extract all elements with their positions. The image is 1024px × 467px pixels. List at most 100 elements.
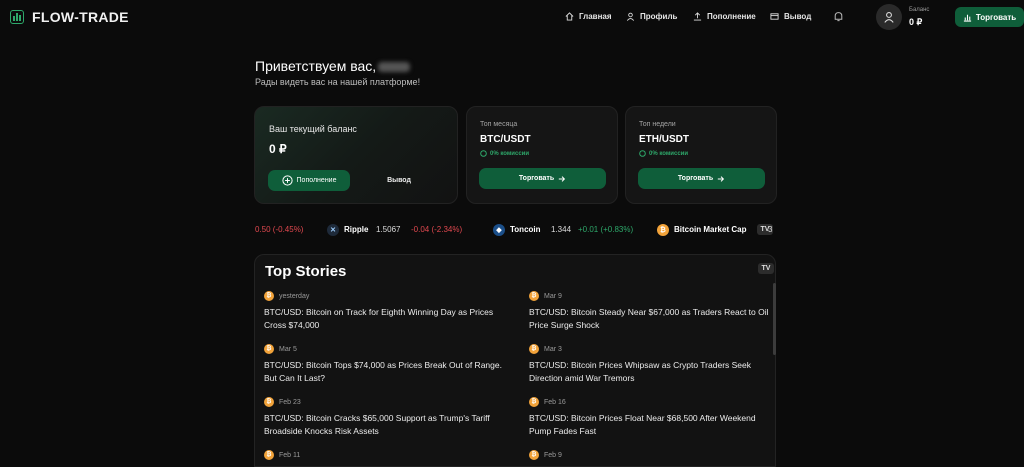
top-week-label: Топ недели — [639, 121, 676, 128]
nav-home-label: Главная — [579, 12, 612, 21]
nav-withdraw-label: Вывод — [784, 12, 812, 21]
story-item[interactable]: ₿ Feb 9 — [529, 450, 769, 460]
ticker-ripple-change: -0.04 (-2.34%) — [411, 225, 463, 234]
chart-logo-icon — [10, 10, 24, 24]
story-headline[interactable]: BTC/USD: Bitcoin on Track for Eighth Win… — [264, 306, 504, 332]
top-week-trade-label: Торговать — [677, 175, 714, 182]
ticker-lead-change: 0.50 (-0.45%) — [255, 225, 304, 234]
story-item[interactable]: ₿ Mar 9 BTC/USD: Bitcoin Steady Near $67,… — [529, 291, 769, 332]
balance-card-title: Ваш текущий баланс — [269, 124, 357, 134]
top-week-pair: ETH/USDT — [639, 134, 689, 145]
bitcoin-icon: ₿ — [264, 397, 274, 407]
percent-badge-icon — [639, 150, 646, 157]
deposit-button-label: Пополнение — [296, 177, 337, 184]
story-headline[interactable]: BTC/USD: Bitcoin Prices Whipsaw as Crypt… — [529, 359, 769, 385]
ticker-tail: 3 — [768, 225, 773, 234]
ticker-tape[interactable]: 0.50 (-0.45%) ✕ Ripple 1.5067 -0.04 (-2.… — [254, 221, 776, 239]
bitcoin-icon: ₿ — [264, 291, 274, 301]
story-date: Mar 3 — [544, 345, 562, 353]
story-date: Mar 9 — [544, 292, 562, 300]
story-item[interactable]: ₿ Mar 5 BTC/USD: Bitcoin Tops $74,000 as … — [264, 344, 504, 385]
nav-withdraw[interactable]: Вывод — [770, 12, 811, 21]
story-date: Mar 5 — [279, 345, 297, 353]
nav-home[interactable]: Главная — [565, 12, 612, 21]
story-headline[interactable]: BTC/USD: Bitcoin Prices Float Near $68,5… — [529, 412, 769, 438]
story-headline[interactable]: BTC/USD: Bitcoin Cracks $65,000 Support … — [264, 412, 504, 438]
logo-text: FLOW-TRADE — [32, 9, 129, 25]
top-bar: FLOW-TRADE Главная Профиль Пополнение Вы… — [0, 0, 1024, 34]
plus-circle-icon — [281, 175, 293, 186]
top-week-fee: 0% комиссии — [639, 150, 688, 157]
story-item[interactable]: ₿ Feb 23 BTC/USD: Bitcoin Cracks $65,000 … — [264, 397, 504, 438]
ticker-toncoin-name[interactable]: Toncoin — [510, 225, 541, 234]
bitcoin-icon: ₿ — [529, 291, 539, 301]
nav-profile-label: Профиль — [640, 12, 678, 21]
ticker-btc-mcap-name[interactable]: Bitcoin Market Cap — [674, 225, 746, 234]
withdraw-button[interactable]: Вывод — [371, 170, 427, 191]
header-trade-label: Торговать — [975, 12, 1017, 22]
nav-deposit-label: Пополнение — [707, 12, 756, 21]
deposit-button[interactable]: Пополнение — [268, 170, 350, 191]
avatar[interactable] — [876, 4, 902, 30]
bitcoin-icon: ₿ — [264, 344, 274, 354]
arrow-right-icon — [717, 175, 725, 182]
story-item[interactable]: ₿ yesterday BTC/USD: Bitcoin on Track for… — [264, 291, 504, 332]
ticker-ripple-price: 1.5067 — [376, 225, 401, 234]
greeting-subtitle: Рады видеть вас на нашей платформе! — [255, 77, 421, 87]
top-month-card: Топ месяца BTC/USDT 0% комиссии Торговат… — [466, 106, 618, 204]
story-item[interactable]: ₿ Mar 3 BTC/USD: Bitcoin Prices Whipsaw a… — [529, 344, 769, 385]
tradingview-logo-icon[interactable]: TV — [758, 263, 774, 274]
balance-value: 0 ₽ — [909, 17, 923, 27]
bitcoin-icon: ₿ — [264, 450, 274, 460]
bitcoin-icon: ₿ — [657, 224, 669, 236]
upload-icon — [693, 12, 702, 21]
ticker-toncoin-price: 1.344 — [551, 225, 572, 234]
user-avatar-icon — [884, 12, 894, 23]
top-month-pair: BTC/USDT — [480, 134, 531, 145]
bar-chart-icon — [963, 14, 971, 22]
story-item[interactable]: ₿ Feb 11 — [264, 450, 504, 460]
user-balance[interactable]: Баланс 0 ₽ — [876, 4, 944, 32]
story-item[interactable]: ₿ Feb 16 BTC/USD: Bitcoin Prices Float Ne… — [529, 397, 769, 438]
arrow-right-icon — [558, 175, 566, 182]
greeting-text: Приветствуем вас, — [255, 58, 377, 74]
nav-profile[interactable]: Профиль — [626, 12, 677, 21]
story-date: Feb 16 — [544, 398, 566, 406]
stories-scrollbar[interactable] — [773, 283, 776, 355]
toncoin-icon: ◆ — [493, 224, 505, 236]
story-headline[interactable]: BTC/USD: Bitcoin Tops $74,000 as Prices … — [264, 359, 504, 385]
greeting-title: Приветствуем вас, — [255, 58, 411, 74]
top-month-trade-label: Торговать — [518, 175, 555, 182]
home-icon — [565, 12, 574, 21]
balance-label: Баланс — [909, 7, 930, 13]
percent-badge-icon — [480, 150, 487, 157]
top-week-card: Топ недели ETH/USDT 0% комиссии Торговат… — [625, 106, 777, 204]
story-date: yesterday — [279, 292, 310, 300]
logo[interactable]: FLOW-TRADE — [10, 9, 129, 25]
story-date: Feb 11 — [279, 451, 301, 459]
bitcoin-icon: ₿ — [529, 450, 539, 460]
bell-icon[interactable] — [833, 11, 844, 22]
story-date: Feb 23 — [279, 398, 301, 406]
top-month-fee: 0% комиссии — [480, 150, 529, 157]
story-date: Feb 9 — [544, 451, 562, 459]
nav-deposit[interactable]: Пополнение — [693, 12, 756, 21]
header-trade-button[interactable]: Торговать — [955, 7, 1024, 27]
story-headline[interactable]: BTC/USD: Bitcoin Steady Near $67,000 as … — [529, 306, 769, 332]
top-week-fee-text: 0% комиссии — [649, 150, 689, 157]
wallet-icon — [770, 13, 779, 20]
ticker-toncoin-change: +0.01 (+0.83%) — [578, 225, 634, 234]
balance-card-value: 0 ₽ — [269, 142, 287, 156]
blurred-username — [378, 62, 411, 72]
top-week-trade-button[interactable]: Торговать — [638, 168, 765, 189]
top-month-label: Топ месяца — [480, 121, 518, 128]
top-stories-title: Top Stories — [265, 263, 347, 280]
top-stories-panel: Top Stories TV ₿ yesterday BTC/USD: Bitco… — [254, 254, 776, 467]
top-month-fee-text: 0% комиссии — [490, 150, 530, 157]
ripple-icon: ✕ — [327, 224, 339, 236]
balance-card: Ваш текущий баланс 0 ₽ Пополнение Вывод — [254, 106, 458, 204]
ticker-ripple-name[interactable]: Ripple — [344, 225, 368, 234]
bitcoin-icon: ₿ — [529, 397, 539, 407]
top-month-trade-button[interactable]: Торговать — [479, 168, 606, 189]
bitcoin-icon: ₿ — [529, 344, 539, 354]
